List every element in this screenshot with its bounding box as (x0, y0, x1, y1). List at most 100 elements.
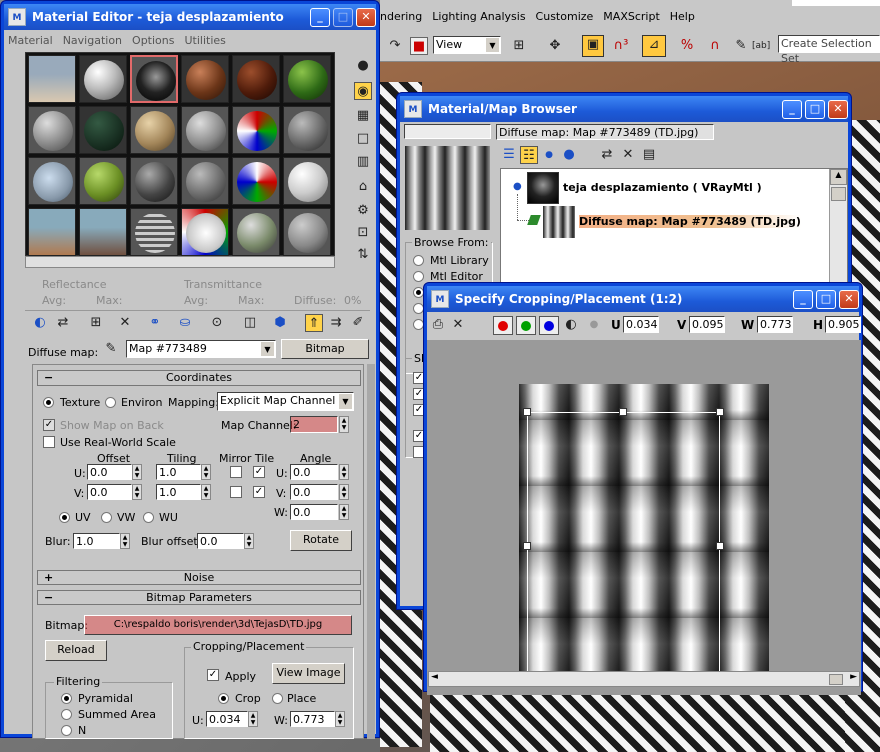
tree-root-label[interactable]: teja desplazamiento ( VRayMtl ) (563, 181, 762, 194)
green-channel-button[interactable] (516, 316, 536, 335)
offset-v-input[interactable]: 0.0 (87, 484, 132, 500)
show-end-result-icon[interactable]: ⬢ (271, 314, 289, 332)
mirror-u-checkbox[interactable] (230, 466, 242, 478)
sample-slot[interactable] (79, 157, 127, 205)
go-to-parent-icon[interactable]: ⇑ (305, 314, 323, 332)
crop-w-field[interactable]: 0.773 (757, 316, 793, 333)
tile-v-checkbox[interactable]: ✓ (253, 486, 265, 498)
mapping-dropdown[interactable]: Explicit Map Channel ▼ (217, 392, 354, 411)
crop-minimize-button[interactable]: _ (793, 290, 813, 309)
map-type-button[interactable]: Bitmap (281, 339, 369, 359)
crop-v-field[interactable]: 0.095 (689, 316, 725, 333)
place-radio[interactable] (272, 693, 283, 704)
angle-w-spinner[interactable]: ▲ ▼ (339, 504, 349, 520)
blur-offset-input[interactable]: 0.0 (197, 533, 244, 549)
assign-to-selection-icon[interactable]: ⊞ (87, 314, 105, 332)
sample-slot[interactable] (79, 55, 127, 103)
percent-snap-icon[interactable]: % (678, 37, 696, 55)
mtl-library-radio[interactable] (413, 255, 424, 266)
sample-slot[interactable] (232, 55, 280, 103)
show-map-in-viewport-icon[interactable]: ◫ (241, 314, 259, 332)
sample-slots-scrollbar[interactable] (25, 256, 335, 268)
select-by-material-icon[interactable]: ⊡ (354, 224, 372, 242)
blur-spinner[interactable]: ▲ ▼ (120, 533, 130, 549)
reset-map-icon[interactable]: ✕ (116, 314, 134, 332)
angle-w-input[interactable]: 0.0 (290, 504, 338, 520)
crop-handle-top[interactable] (619, 408, 627, 416)
map-name-dropdown[interactable]: Map #773489 ▼ (126, 340, 276, 358)
pick-material-from-object-icon[interactable]: ✎ (102, 340, 120, 358)
crop-handle-top-right[interactable] (716, 408, 724, 416)
abc-icon[interactable]: [ab] (752, 37, 770, 55)
tiling-v-input[interactable]: 1.0 (156, 484, 201, 500)
monochrome-icon[interactable]: ◐ (562, 316, 580, 334)
offset-u-input[interactable]: 0.0 (87, 464, 132, 480)
sample-slot[interactable] (79, 208, 127, 256)
noise-rollout-header[interactable]: + Noise (37, 570, 361, 585)
view-select[interactable]: View ▼ (433, 36, 501, 54)
sample-slot[interactable] (79, 106, 127, 154)
sample-slot-active[interactable] (130, 55, 178, 103)
menu-lighting-analysis[interactable]: Lighting Analysis (432, 10, 525, 23)
select-region-icon[interactable]: ■ (410, 37, 428, 55)
sample-slot[interactable] (283, 157, 331, 205)
redo-icon[interactable]: ↷ (386, 37, 404, 55)
mirror-v-checkbox[interactable] (230, 486, 242, 498)
angle-v-input[interactable]: 0.0 (290, 484, 338, 500)
menu-help[interactable]: Help (670, 10, 695, 23)
crop-close-button[interactable]: ✕ (839, 290, 859, 309)
tile-u-checkbox[interactable]: ✓ (253, 466, 265, 478)
sample-slot[interactable] (283, 208, 331, 256)
update-scene-materials-icon[interactable]: ⇄ (598, 146, 616, 164)
view-list-icons-icon[interactable]: ☷ (520, 146, 538, 164)
crop-u-field[interactable]: 0.034 (623, 316, 659, 333)
crop-u-input[interactable]: 0.034 (206, 711, 248, 727)
close-button[interactable]: ✕ (356, 8, 376, 27)
crop-w-input[interactable]: 0.773 (290, 711, 335, 727)
sample-slot[interactable] (283, 106, 331, 154)
sample-uv-tiling-icon[interactable]: □ (354, 130, 372, 148)
blur-input[interactable]: 1.0 (73, 533, 120, 549)
angle-u-input[interactable]: 0.0 (290, 464, 338, 480)
wu-radio[interactable] (143, 512, 154, 523)
sample-slot[interactable] (130, 106, 178, 154)
map-channel-input[interactable]: 2 (290, 416, 338, 433)
select-manipulate-icon[interactable]: ✥ (546, 37, 564, 55)
menu-rendering[interactable]: ndering (380, 10, 422, 23)
view-image-button[interactable]: View Image (272, 663, 345, 684)
tree-child-label[interactable]: Diffuse map: Map #773489 (TD.jpg) (579, 215, 801, 228)
menu-maxscript[interactable]: MAXScript (603, 10, 659, 23)
view-small-icons-icon[interactable]: ● (540, 146, 558, 164)
spinner-snap-icon[interactable]: ∩ (706, 37, 724, 55)
offset-u-spinner[interactable]: ▲ ▼ (132, 464, 142, 480)
tiling-u-input[interactable]: 1.0 (156, 464, 201, 480)
real-world-scale-checkbox[interactable] (43, 436, 55, 448)
crop-w-spinner[interactable]: ▲ ▼ (335, 711, 345, 727)
menu-customize[interactable]: Customize (536, 10, 594, 23)
menu-navigation[interactable]: Navigation (63, 34, 122, 47)
sample-slot[interactable] (232, 208, 280, 256)
texture-radio[interactable] (43, 397, 54, 408)
vw-radio[interactable] (101, 512, 112, 523)
delete-from-library-icon[interactable]: ✕ (619, 146, 637, 164)
sample-slot[interactable] (28, 157, 76, 205)
angle-snap-icon[interactable]: ⊿ (642, 35, 666, 57)
sample-slot[interactable] (28, 106, 76, 154)
crop-u-spinner[interactable]: ▲ ▼ (248, 711, 258, 727)
pyramidal-radio[interactable] (61, 693, 72, 704)
blur-offset-spinner[interactable]: ▲ ▼ (244, 533, 254, 549)
sample-slot[interactable] (181, 106, 229, 154)
menu-options[interactable]: Options (132, 34, 174, 47)
sample-slot[interactable] (232, 106, 280, 154)
clear-library-icon[interactable]: ▤ (640, 146, 658, 164)
backlight-icon[interactable]: ◉ (354, 82, 372, 100)
summed-area-radio[interactable] (61, 709, 72, 720)
menu-material[interactable]: Material (8, 34, 53, 47)
sample-slot[interactable] (181, 157, 229, 205)
crop-maximize-button[interactable]: □ (816, 290, 836, 309)
browser-name-field[interactable] (404, 124, 491, 139)
options-icon[interactable]: ⚙ (354, 202, 372, 220)
browser-minimize-button[interactable]: _ (782, 100, 802, 119)
alpha-channel-icon[interactable]: ● (585, 316, 603, 334)
background-icon[interactable]: ▦ (354, 107, 372, 125)
